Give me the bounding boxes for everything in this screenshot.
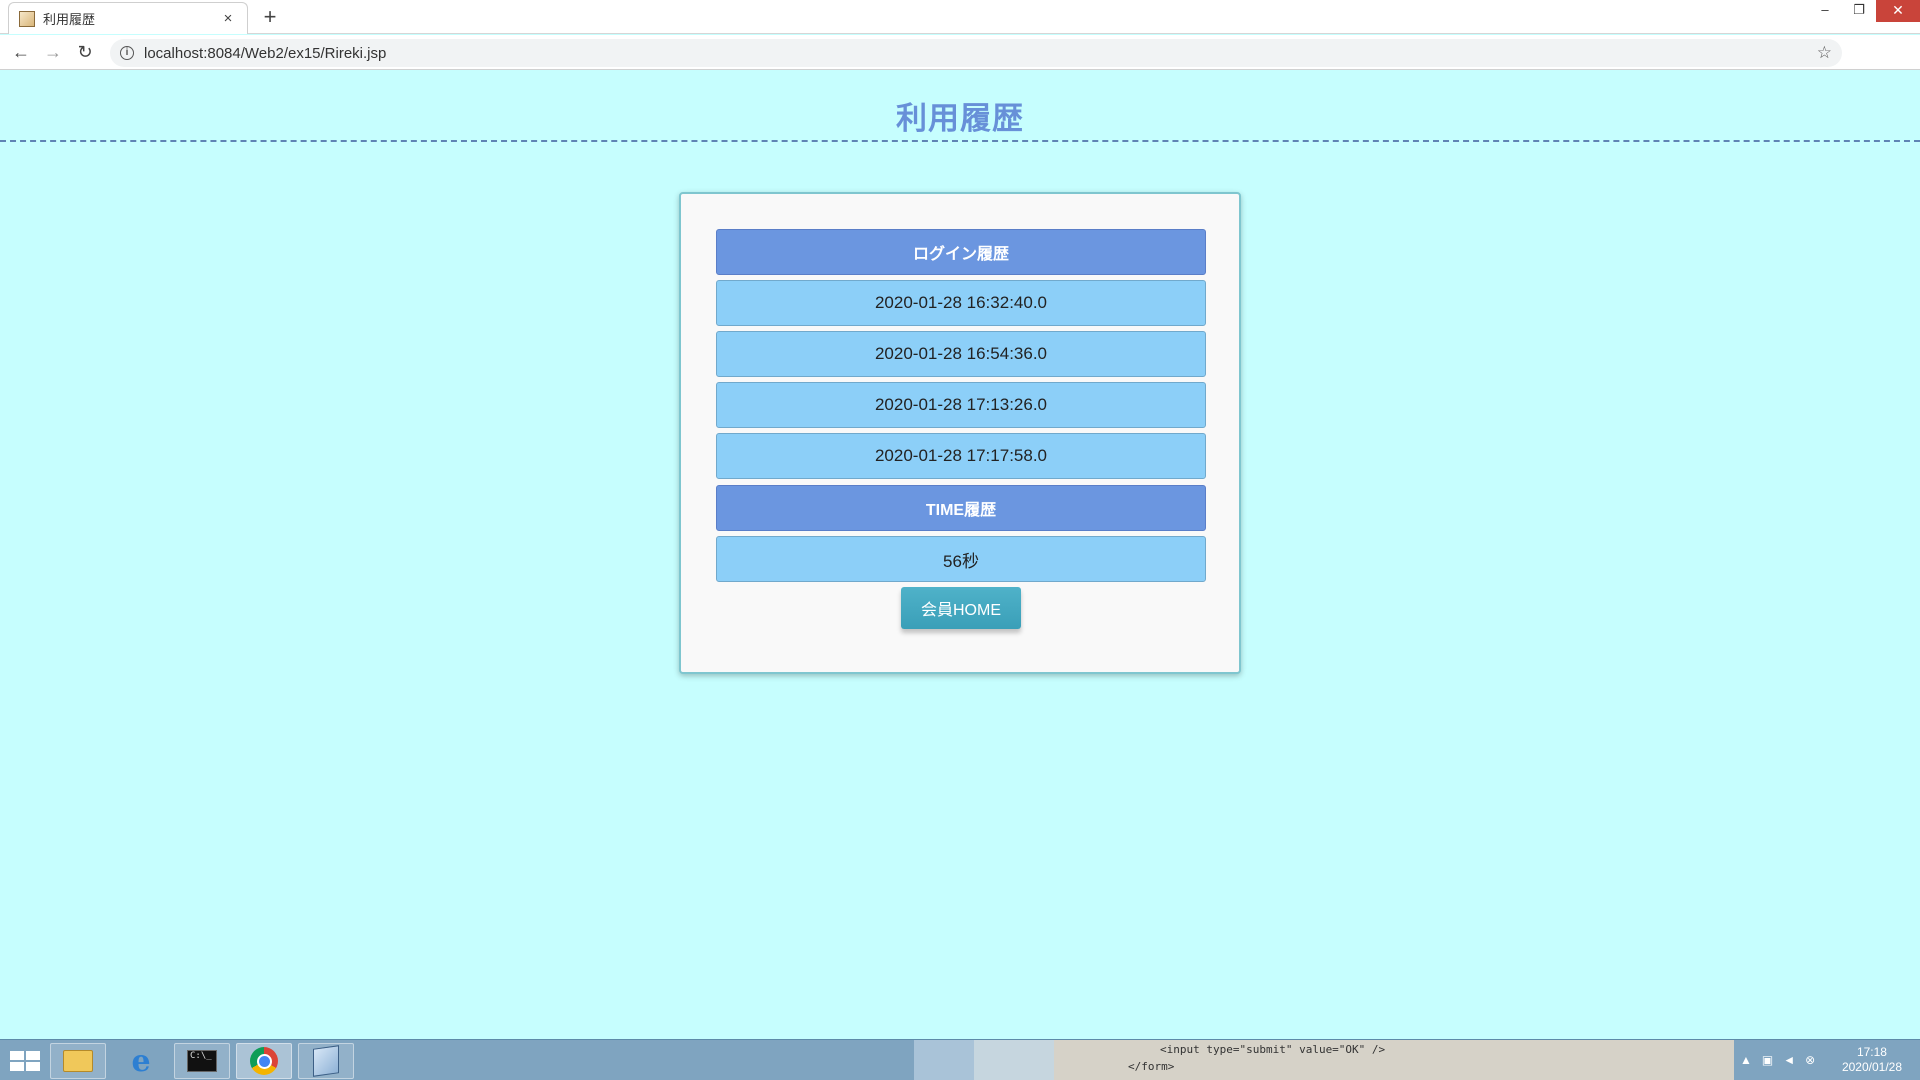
command-prompt-icon: C:\_ <box>187 1050 217 1072</box>
clock-date: 2020/01/28 <box>1841 1060 1902 1074</box>
browser-tab[interactable]: 利用履歴 × <box>8 2 248 34</box>
tab-title: 利用履歴 <box>43 12 96 27</box>
login-history-row: 2020-01-28 17:13:26.0 <box>716 382 1206 428</box>
tab-close-icon[interactable]: × <box>219 10 237 27</box>
taskbar-cmd[interactable]: C:\_ <box>174 1043 230 1079</box>
bookmark-star-icon[interactable]: ☆ <box>1817 43 1832 63</box>
home-button-wrap: 会員HOME <box>716 587 1206 629</box>
volume-muted-icon[interactable]: ◄ <box>1783 1053 1795 1067</box>
windows-logo-icon <box>10 1051 24 1060</box>
title-divider <box>0 140 1920 142</box>
login-history-row: 2020-01-28 17:17:58.0 <box>716 433 1206 479</box>
login-history-row: 2020-01-28 16:54:36.0 <box>716 331 1206 377</box>
url-text[interactable]: localhost:8084/Web2/ex15/Rireki.jsp <box>144 45 1817 62</box>
back-button[interactable]: ← <box>8 39 34 65</box>
network-icon[interactable]: ▣ <box>1762 1053 1773 1067</box>
taskbar-preview <box>974 1040 1054 1080</box>
folder-icon <box>63 1050 93 1072</box>
notification-error-icon[interactable]: ⊗ <box>1805 1053 1815 1067</box>
minimize-button[interactable]: – <box>1808 0 1842 22</box>
time-history-row: 56秒 <box>716 536 1206 582</box>
window-controls: – ❐ ✕ <box>1808 0 1920 22</box>
taskbar-chrome[interactable] <box>236 1043 292 1079</box>
background-code-window: <input type="submit" value="OK" /> </for… <box>1054 1040 1734 1080</box>
code-line: <input type="submit" value="OK" /> <box>1160 1043 1386 1056</box>
browser-toolbar: ← → ↻ i localhost:8084/Web2/ex15/Rireki.… <box>0 35 1920 70</box>
history-card: ログイン履歴 2020-01-28 16:32:40.0 2020-01-28 … <box>679 192 1241 674</box>
internet-explorer-icon: e <box>131 1043 151 1079</box>
system-clock[interactable]: 17:18 2020/01/28 <box>1842 1045 1902 1075</box>
close-window-button[interactable]: ✕ <box>1876 0 1920 22</box>
reload-button[interactable]: ↻ <box>72 39 98 65</box>
show-hidden-icons-icon[interactable]: ▲ <box>1740 1053 1752 1067</box>
address-bar[interactable]: i localhost:8084/Web2/ex15/Rireki.jsp ☆ <box>110 39 1842 67</box>
clock-time: 17:18 <box>1856 1045 1887 1059</box>
cube-app-icon <box>313 1045 339 1077</box>
time-history-header: TIME履歴 <box>716 485 1206 531</box>
start-button[interactable] <box>4 1044 44 1078</box>
taskbar-app[interactable] <box>298 1043 354 1079</box>
restore-button[interactable]: ❐ <box>1842 0 1876 22</box>
page-title: 利用履歴 <box>896 101 1024 136</box>
taskbar: e C:\_ <input type="submit" value="OK" /… <box>0 1039 1920 1080</box>
site-info-icon[interactable]: i <box>120 46 134 60</box>
member-home-button[interactable]: 会員HOME <box>901 587 1021 629</box>
forward-button[interactable]: → <box>40 39 66 65</box>
login-history-row: 2020-01-28 16:32:40.0 <box>716 280 1206 326</box>
browser-tabstrip: 利用履歴 × + – ❐ ✕ <box>0 0 1920 34</box>
login-history-header: ログイン履歴 <box>716 229 1206 275</box>
taskbar-preview <box>914 1040 974 1080</box>
chrome-icon <box>250 1047 278 1075</box>
taskbar-explorer[interactable] <box>50 1043 106 1079</box>
code-line: </form> <box>1128 1060 1175 1073</box>
page-favicon-icon <box>19 10 35 27</box>
page-content: 利用履歴 ログイン履歴 2020-01-28 16:32:40.0 2020-0… <box>0 71 1920 1039</box>
history-table: ログイン履歴 2020-01-28 16:32:40.0 2020-01-28 … <box>716 229 1206 629</box>
new-tab-button[interactable]: + <box>258 4 282 30</box>
taskbar-ie[interactable]: e <box>113 1043 169 1079</box>
